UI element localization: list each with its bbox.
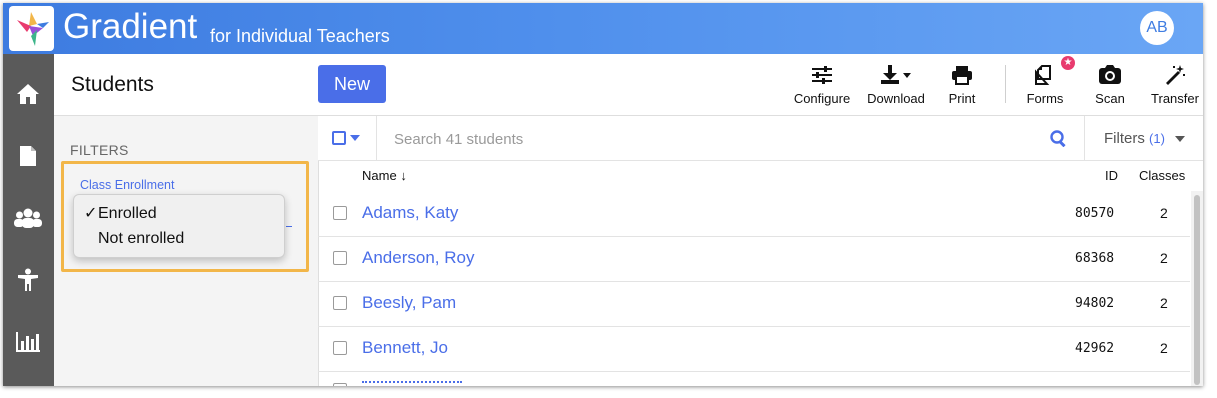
dropdown-option-enrolled[interactable]: ✓Enrolled [84, 203, 157, 223]
table-row-partial[interactable] [318, 371, 1190, 386]
document-icon[interactable] [12, 140, 44, 172]
page-title: Students [71, 73, 154, 96]
search-bar: Filters (1) [318, 116, 1203, 161]
chevron-down-icon[interactable] [350, 135, 360, 141]
top-header: Gradient for Individual Teachers AB [3, 3, 1203, 54]
sidebar [3, 54, 54, 386]
scrollbar-thumb[interactable] [1194, 195, 1200, 385]
search-icon[interactable] [1050, 130, 1067, 147]
forms-label: Forms [1026, 91, 1064, 106]
forms-button[interactable]: ★ Forms [1022, 56, 1075, 106]
new-button[interactable]: New [318, 65, 386, 103]
table-row[interactable]: Adams, Katy 80570 2 [318, 191, 1190, 237]
divider [376, 116, 377, 160]
student-id: 68368 [1075, 251, 1115, 266]
magic-wand-icon [1148, 62, 1202, 88]
checkmark-icon: ✓ [84, 205, 98, 222]
row-checkbox[interactable] [333, 251, 347, 265]
student-id: 80570 [1075, 206, 1115, 221]
class-count: 2 [1160, 295, 1168, 311]
transfer-button[interactable]: Transfer [1148, 62, 1202, 106]
print-label: Print [948, 91, 976, 106]
table-row[interactable]: Beesly, Pam 94802 2 [318, 281, 1190, 327]
scan-button[interactable]: Scan [1090, 62, 1130, 106]
row-checkbox[interactable] [333, 206, 347, 220]
class-enrollment-dropdown[interactable]: ✓Enrolled Not enrolled [73, 194, 285, 258]
bar-chart-icon[interactable] [12, 326, 44, 358]
column-header-id[interactable]: ID [1105, 168, 1118, 183]
filters-count: (1) [1149, 131, 1165, 146]
divider [1084, 116, 1085, 160]
download-label: Download [867, 91, 925, 106]
search-input[interactable] [392, 126, 1036, 152]
class-enrollment-label: Class Enrollment [80, 178, 175, 192]
table-row[interactable]: Anderson, Roy 68368 2 [318, 236, 1190, 282]
chevron-down-icon [1175, 136, 1186, 143]
dropdown-option-not-enrolled[interactable]: Not enrolled [84, 230, 184, 248]
camera-icon [1090, 62, 1130, 88]
student-name-link[interactable]: Beesly, Pam [362, 293, 456, 313]
student-icon[interactable] [12, 264, 44, 296]
column-header-classes[interactable]: Classes [1139, 168, 1185, 183]
filters-panel: FILTERS Class Enrollment ✓Enrolled Not e… [54, 116, 319, 386]
filters-button[interactable]: Filters (1) [1104, 130, 1186, 147]
row-checkbox[interactable] [333, 383, 347, 386]
sliders-icon [792, 62, 852, 88]
app-window: Gradient for Individual Teachers AB Stud… [3, 3, 1203, 386]
student-name-link[interactable]: Anderson, Roy [362, 248, 474, 268]
download-icon [862, 62, 930, 88]
row-checkbox[interactable] [333, 296, 347, 310]
option-label: Enrolled [98, 205, 157, 222]
student-name-link[interactable]: Adams, Katy [362, 203, 458, 223]
group-icon[interactable] [12, 202, 44, 234]
forms-badge: ★ [1061, 56, 1075, 70]
configure-label: Configure [793, 91, 851, 106]
forms-icon: ★ [1022, 56, 1075, 88]
table-row[interactable]: Bennett, Jo 42962 2 [318, 326, 1190, 372]
configure-button[interactable]: Configure [792, 62, 852, 106]
app-subtitle: for Individual Teachers [210, 26, 390, 46]
option-label: Not enrolled [98, 230, 185, 247]
row-checkbox[interactable] [333, 341, 347, 355]
student-id: 94802 [1075, 296, 1115, 311]
class-count: 2 [1160, 340, 1168, 356]
toolbar-divider [1005, 65, 1006, 103]
avatar[interactable]: AB [1140, 11, 1174, 45]
print-button[interactable]: Print [940, 62, 984, 106]
gradient-logo[interactable] [9, 6, 54, 51]
truncated-row-text [362, 381, 462, 386]
class-count: 2 [1160, 250, 1168, 266]
column-header-name[interactable]: Name ↓ [362, 168, 407, 183]
home-icon[interactable] [12, 78, 44, 110]
select-underline [286, 226, 292, 227]
filters-heading: FILTERS [70, 142, 129, 158]
download-button[interactable]: Download [862, 62, 930, 106]
transfer-label: Transfer [1151, 91, 1199, 106]
hummingbird-logo-icon [17, 12, 49, 46]
sort-arrow-icon: ↓ [400, 168, 407, 183]
app-name: Gradient [63, 7, 198, 46]
list-scrollbar[interactable] [1191, 191, 1203, 386]
printer-icon [940, 62, 984, 88]
page-toolbar: Students New Configure Download Print ★ [54, 54, 1203, 116]
filters-button-label: Filters [1104, 130, 1145, 147]
student-name-link[interactable]: Bennett, Jo [362, 338, 448, 358]
scan-label: Scan [1095, 91, 1125, 106]
class-count: 2 [1160, 205, 1168, 221]
student-id: 42962 [1075, 341, 1115, 356]
select-all-checkbox[interactable] [332, 131, 346, 145]
